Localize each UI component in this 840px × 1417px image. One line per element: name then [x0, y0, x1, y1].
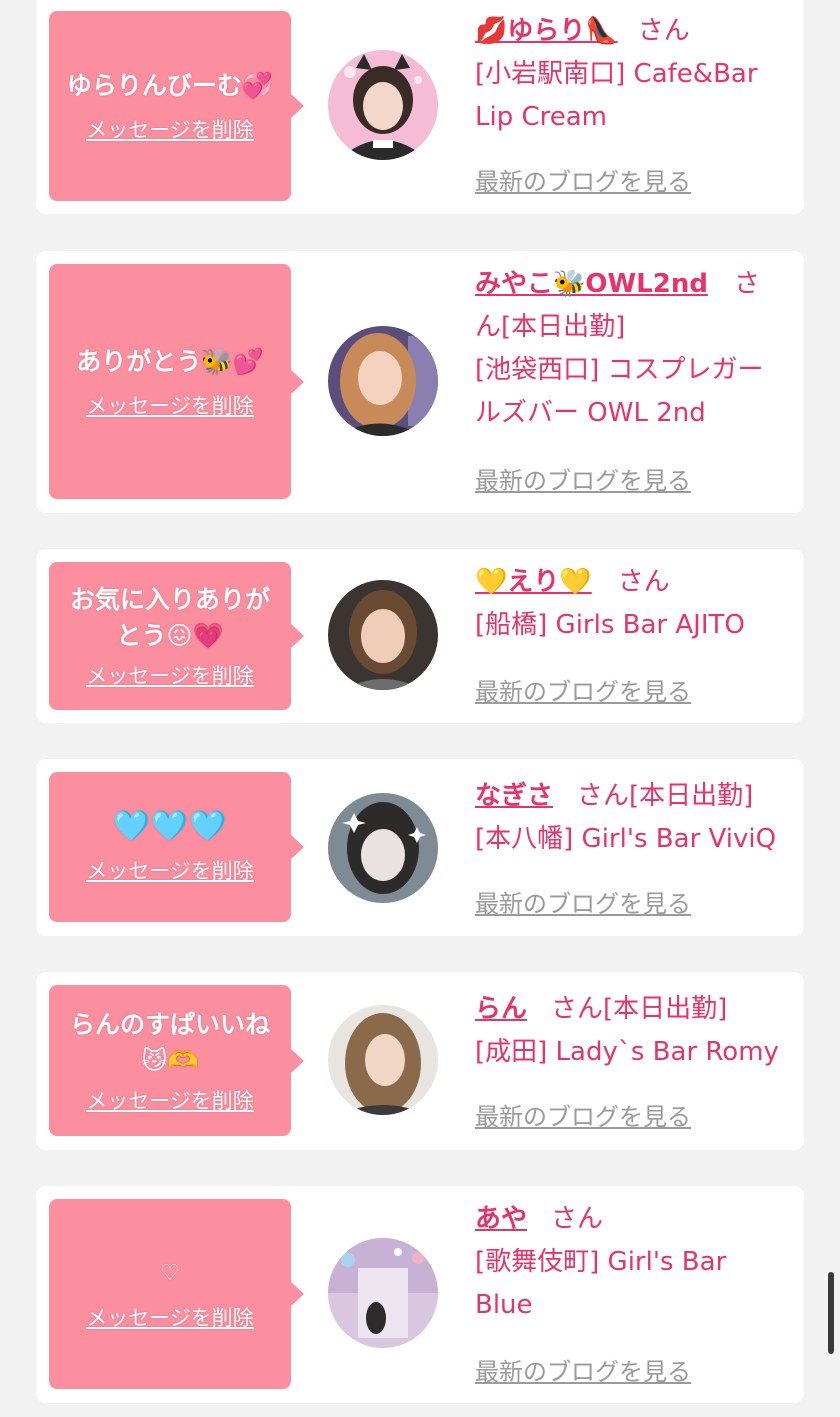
- latest-blog-link[interactable]: 最新のブログを見る: [475, 162, 691, 197]
- honorific: さん[本日出勤]: [551, 994, 728, 1024]
- delete-message-link[interactable]: メッセージを削除: [86, 855, 254, 885]
- honorific: さん: [617, 567, 670, 597]
- cast-name-link[interactable]: 💋ゆらり👠: [475, 16, 618, 46]
- shop-name-cont: ルズバー OWL 2nd: [475, 398, 706, 428]
- message-bubble: ゆらりんびーむ💞 メッセージを削除: [49, 11, 304, 201]
- latest-blog-link[interactable]: 最新のブログを見る: [475, 461, 691, 496]
- message-bubble: ありがとう🐝💕 メッセージを削除: [49, 264, 304, 499]
- cast-name-link[interactable]: あや: [475, 1204, 527, 1234]
- message-card: お気に入りありが とう😖💗 メッセージを削除 💛えり💛 さん [船橋] Girls…: [36, 549, 804, 723]
- delete-message-link[interactable]: メッセージを削除: [86, 1302, 254, 1332]
- honorific: さ: [733, 269, 760, 299]
- latest-blog-link[interactable]: 最新のブログを見る: [475, 1097, 691, 1132]
- message-text: 🩵🩵🩵: [112, 809, 228, 844]
- avatar[interactable]: [328, 50, 438, 160]
- shop-name: [本八幡] Girl's Bar ViviQ: [475, 824, 777, 854]
- latest-blog-link[interactable]: 最新のブログを見る: [475, 884, 691, 919]
- message-card: ありがとう🐝💕 メッセージを削除 みやこ🐝OWL2nd さ ん[本日出勤] [池袋…: [36, 251, 804, 513]
- message-card: ゆらりんびーむ💞 メッセージを削除 💋ゆらり👠 さん [小岩駅南口] Cafe&B…: [36, 0, 804, 214]
- message-card: 🩵🩵🩵 メッセージを削除 なぎさ さん[本日出勤] [本八幡] Girl's Ba…: [36, 759, 804, 936]
- cast-name-link[interactable]: みやこ🐝OWL2nd: [475, 269, 708, 299]
- message-text-line1: らんのすぱいいね: [69, 1009, 270, 1039]
- profile-info: あや さん [歌舞伎町] Girl's Bar Blue: [475, 1198, 795, 1327]
- message-bubble: らんのすぱいいね 😼🫶 メッセージを削除: [49, 985, 304, 1136]
- delete-message-link[interactable]: メッセージを削除: [86, 660, 254, 690]
- avatar[interactable]: [328, 1238, 438, 1348]
- shop-name-cont: Lip Cream: [475, 102, 608, 132]
- message-text: ♡: [160, 1261, 180, 1286]
- cast-name-link[interactable]: なぎさ: [475, 781, 553, 811]
- cast-name-link[interactable]: 💛えり💛: [475, 567, 592, 597]
- message-list: ゆらりんびーむ💞 メッセージを削除 💋ゆらり👠 さん [小岩駅南口] Cafe&B…: [0, 0, 840, 1417]
- message-text: ありがとう🐝💕: [76, 346, 264, 376]
- honorific: さん: [551, 1204, 604, 1234]
- avatar[interactable]: [328, 793, 438, 903]
- shop-name: [成田] Lady`s Bar Romy: [475, 1037, 779, 1067]
- message-text: ゆらりんびーむ💞: [66, 71, 274, 100]
- avatar[interactable]: [328, 326, 438, 436]
- message-text-line2: とう😖💗: [116, 621, 224, 650]
- avatar[interactable]: [328, 580, 438, 690]
- work-status: ん[本日出勤]: [475, 312, 626, 342]
- profile-info: 💛えり💛 さん [船橋] Girls Bar AJITO: [475, 561, 795, 647]
- message-bubble: ♡ メッセージを削除: [49, 1199, 304, 1389]
- latest-blog-link[interactable]: 最新のブログを見る: [475, 1352, 691, 1387]
- honorific: さん[本日出勤]: [577, 781, 754, 811]
- message-card: らんのすぱいいね 😼🫶 メッセージを削除 らん さん[本日出勤] [成田] Lad…: [36, 972, 804, 1150]
- scrollbar[interactable]: [828, 1272, 834, 1354]
- shop-name-cont: Blue: [475, 1290, 533, 1320]
- message-card: ♡ メッセージを削除 あや さん [歌舞伎町] Girl's Bar Blue 最…: [36, 1186, 804, 1403]
- latest-blog-link[interactable]: 最新のブログを見る: [475, 672, 691, 707]
- delete-message-link[interactable]: メッセージを削除: [86, 1085, 254, 1115]
- message-bubble: 🩵🩵🩵 メッセージを削除: [49, 772, 304, 922]
- message-bubble: お気に入りありが とう😖💗 メッセージを削除: [49, 562, 304, 710]
- cast-name-link[interactable]: らん: [475, 994, 527, 1024]
- profile-info: らん さん[本日出勤] [成田] Lady`s Bar Romy: [475, 988, 795, 1074]
- shop-name: [小岩駅南口] Cafe&Bar: [475, 59, 758, 89]
- shop-name: [歌舞伎町] Girl's Bar: [475, 1247, 727, 1277]
- delete-message-link[interactable]: メッセージを削除: [86, 114, 254, 144]
- profile-info: 💋ゆらり👠 さん [小岩駅南口] Cafe&Bar Lip Cream: [475, 10, 795, 139]
- shop-name: [池袋西口] コスプレガー: [475, 355, 764, 385]
- profile-info: なぎさ さん[本日出勤] [本八幡] Girl's Bar ViviQ: [475, 775, 795, 861]
- message-text-line1: お気に入りありが: [69, 585, 270, 614]
- avatar[interactable]: [328, 1005, 438, 1115]
- honorific: さん: [637, 16, 690, 46]
- shop-name: [船橋] Girls Bar AJITO: [475, 610, 745, 640]
- profile-info: みやこ🐝OWL2nd さ ん[本日出勤] [池袋西口] コスプレガー ルズバー O…: [475, 263, 795, 435]
- message-text-line2: 😼🫶: [141, 1045, 199, 1075]
- delete-message-link[interactable]: メッセージを削除: [86, 390, 254, 420]
